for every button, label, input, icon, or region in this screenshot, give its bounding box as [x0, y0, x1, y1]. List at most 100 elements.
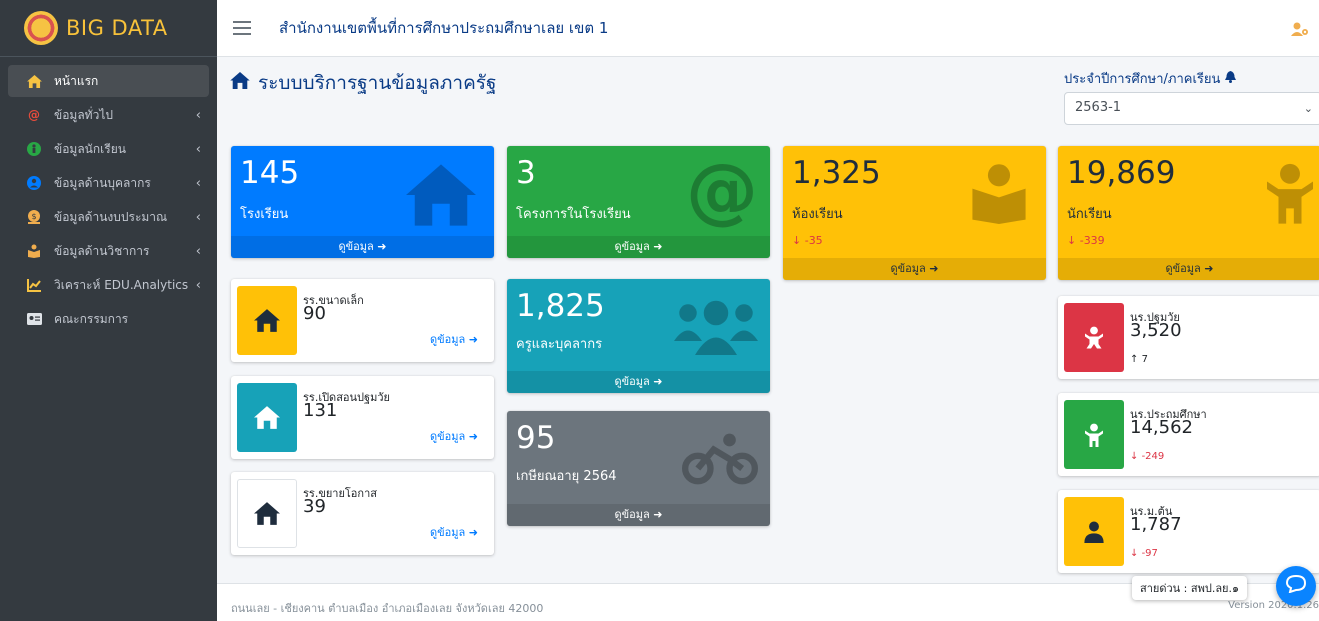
at-icon: @: [686, 148, 758, 232]
preschool-schools-box: รร.เปิดสอนปฐมวัย 131 ดูข้อมูล ➜: [231, 376, 494, 459]
sidebar-item-personnel[interactable]: ข้อมูลด้านบุคลากร ‹: [8, 167, 209, 199]
preschool-schools-more-link[interactable]: ดูข้อมูล ➜: [430, 427, 478, 445]
year-label-text: ประจำปีการศึกษา/ภาคเรียน: [1064, 72, 1221, 87]
students-label: นักเรียน: [1067, 207, 1112, 222]
home-icon: [26, 73, 42, 89]
arrow-up-icon: ↑: [1130, 354, 1139, 365]
year-label: ประจำปีการศึกษา/ภาคเรียน: [1064, 68, 1236, 89]
retire-more-link[interactable]: ดูข้อมูล ➜: [507, 504, 770, 526]
students-diff: ↓ -339: [1067, 234, 1105, 247]
book-reader-icon: [26, 243, 42, 259]
projects-more-link[interactable]: ดูข้อมูล ➜: [507, 236, 770, 258]
chevron-left-icon: ‹: [195, 209, 201, 225]
classrooms-count: 1,325: [792, 155, 881, 191]
preschool-students-diff-value: 7: [1141, 354, 1148, 365]
extended-schools-more-link[interactable]: ดูข้อมูล ➜: [430, 523, 478, 541]
extended-schools-value: 39: [303, 496, 326, 517]
hotline-label[interactable]: สายด่วน : สพป.ลย.๑: [1132, 576, 1247, 600]
lower-secondary-students-box: นร.ม.ต้น 1,787 ↓ -97: [1058, 490, 1319, 573]
retire-box: 95 เกษียณอายุ 2564 ดูข้อมูล ➜: [507, 411, 770, 526]
small-schools-more-link[interactable]: ดูข้อมูล ➜: [430, 330, 478, 348]
schools-more-link[interactable]: ดูข้อมูล ➜: [231, 236, 494, 258]
top-navbar: สำนักงานเขตพื้นที่การศึกษาประถมศึกษาเลย …: [217, 0, 1319, 57]
chevron-left-icon: ‹: [195, 141, 201, 157]
schools-label: โรงเรียน: [240, 207, 289, 222]
child-icon: [1267, 162, 1313, 228]
chevron-left-icon: ‹: [195, 107, 201, 123]
small-schools-box: รร.ขนาดเล็ก 90 ดูข้อมูล ➜: [231, 279, 494, 362]
arrow-circle-right-icon: ➜: [468, 430, 478, 443]
bell-icon: [1224, 71, 1236, 87]
arrow-circle-right-icon: ➜: [1204, 262, 1214, 275]
sidebar-item-label: ข้อมูลด้านงบประมาณ: [54, 209, 168, 224]
classrooms-label: ห้องเรียน: [792, 207, 843, 222]
arrow-down-icon: ↓: [1130, 548, 1139, 559]
more-label: ดูข้อมูล: [890, 262, 926, 275]
page-title-text: ระบบบริการฐานข้อมูลภาครัฐ: [258, 72, 497, 94]
baby-icon: [1064, 303, 1124, 372]
teachers-label: ครูและบุคลากร: [516, 337, 603, 352]
arrow-circle-right-icon: ➜: [377, 240, 387, 253]
primary-students-diff: ↓ -249: [1130, 451, 1164, 462]
sidebar: BIG DATA หน้าแรก @ ข้อมูลทั่วไป ‹ ข้อมูล…: [0, 0, 217, 621]
sidebar-item-budget[interactable]: $ ข้อมูลด้านงบประมาณ ‹: [8, 201, 209, 233]
more-label: ดูข้อมูล: [338, 240, 374, 253]
svg-text:$: $: [31, 212, 36, 221]
teachers-more-link[interactable]: ดูข้อมูล ➜: [507, 371, 770, 393]
students-more-link[interactable]: ดูข้อมูล ➜: [1058, 258, 1319, 280]
menu-toggle-icon[interactable]: [233, 17, 251, 39]
sidebar-item-general[interactable]: @ ข้อมูลทั่วไป ‹: [8, 99, 209, 131]
projects-label: โครงการในโรงเรียน: [516, 207, 631, 222]
house-icon: [406, 162, 476, 232]
arrow-circle-right-icon: ➜: [653, 508, 663, 521]
child-icon: [26, 141, 42, 157]
arrow-circle-right-icon: ➜: [468, 526, 478, 539]
sidebar-item-label: ข้อมูลทั่วไป: [54, 107, 113, 122]
year-select-value: 2563-1: [1075, 100, 1122, 115]
home-icon: [237, 383, 297, 452]
sidebar-item-label: ข้อมูลด้านบุคลากร: [54, 175, 151, 190]
sidebar-item-students[interactable]: ข้อมูลนักเรียน ‹: [8, 133, 209, 165]
bicycle-icon: [682, 433, 758, 489]
teachers-box: 1,825 ครูและบุคลากร ดูข้อมูล ➜: [507, 279, 770, 393]
chevron-down-icon: ⌄: [1303, 102, 1313, 115]
projects-count: 3: [516, 155, 536, 191]
chevron-left-icon: ‹: [195, 175, 201, 191]
classrooms-diff: ↓ -35: [792, 234, 823, 247]
chevron-left-icon: ‹: [195, 243, 201, 259]
primary-students-value: 14,562: [1130, 417, 1193, 438]
classrooms-more-link[interactable]: ดูข้อมูล ➜: [783, 258, 1046, 280]
user-icon: [1064, 497, 1124, 566]
at-icon: @: [28, 108, 40, 122]
students-count: 19,869: [1067, 155, 1176, 191]
sidebar-item-analytics[interactable]: วิเคราะห์ EDU.Analytics ‹: [8, 269, 209, 301]
more-label: ดูข้อมูล: [1165, 262, 1201, 275]
sidebar-nav: หน้าแรก @ ข้อมูลทั่วไป ‹ ข้อมูลนักเรียน …: [0, 57, 217, 335]
home-icon: [237, 286, 297, 355]
sidebar-item-label: คณะกรรมการ: [54, 311, 129, 326]
brand-link[interactable]: BIG DATA: [0, 0, 217, 57]
sidebar-item-committee[interactable]: คณะกรรมการ: [8, 303, 209, 335]
sidebar-item-label: ข้อมูลนักเรียน: [54, 141, 126, 156]
chat-button[interactable]: [1276, 566, 1316, 606]
sidebar-item-home[interactable]: หน้าแรก: [8, 65, 209, 97]
preschool-students-value: 3,520: [1130, 320, 1182, 341]
chevron-left-icon: ‹: [195, 277, 201, 293]
more-label: ดูข้อมูล: [614, 375, 650, 388]
sidebar-item-academic[interactable]: ข้อมูลด้านวิชาการ ‹: [8, 235, 209, 267]
sidebar-item-label: วิเคราะห์ EDU.Analytics: [54, 277, 189, 292]
chat-bubble-icon: [1285, 574, 1307, 598]
teachers-count: 1,825: [516, 288, 605, 324]
brand-name: BIG DATA: [66, 16, 168, 40]
footer-address: ถนนเลย - เชียงคาน ตำบลเมือง อำเภอเมืองเล…: [231, 602, 544, 615]
sidebar-item-label: หน้าแรก: [54, 73, 99, 88]
more-label: ดูข้อมูล: [614, 508, 650, 521]
user-settings-icon[interactable]: [1291, 22, 1309, 40]
arrow-down-icon: ↓: [1067, 234, 1077, 247]
book-reader-icon: [966, 162, 1032, 228]
year-select[interactable]: 2563-1 ⌄: [1064, 92, 1319, 125]
more-label: ดูข้อมูล: [430, 430, 466, 443]
preschool-students-diff: ↑ 7: [1130, 354, 1148, 365]
classrooms-diff-value: -35: [804, 234, 823, 247]
students-diff-value: -339: [1079, 234, 1105, 247]
